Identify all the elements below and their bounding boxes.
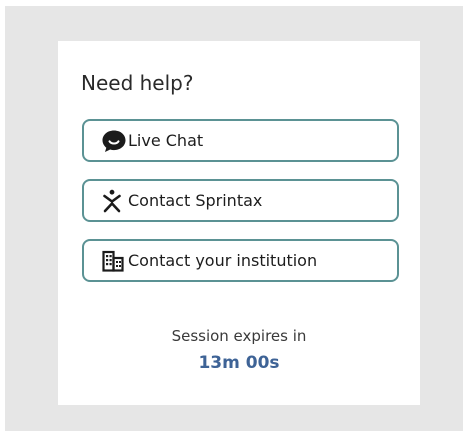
live-chat-button[interactable]: Live Chat	[82, 119, 399, 162]
contact-institution-button[interactable]: Contact your institution	[82, 239, 399, 282]
building-icon	[101, 249, 128, 273]
session-expiry-label: Session expires in	[171, 327, 307, 345]
live-chat-label: Live Chat	[128, 131, 204, 150]
session-timer: 13m 00s	[198, 353, 280, 373]
contact-sprintax-button[interactable]: Contact Sprintax	[82, 179, 399, 222]
contact-sprintax-label: Contact Sprintax	[128, 191, 263, 210]
contact-institution-label: Contact your institution	[128, 251, 318, 270]
help-title: Need help?	[81, 71, 194, 95]
backdrop: Need help? Live Chat Contact Sprintax Co…	[5, 6, 463, 431]
help-card: Need help? Live Chat Contact Sprintax Co…	[58, 41, 420, 405]
chat-bubble-icon	[101, 129, 128, 153]
sprintax-logo-icon	[101, 189, 128, 213]
